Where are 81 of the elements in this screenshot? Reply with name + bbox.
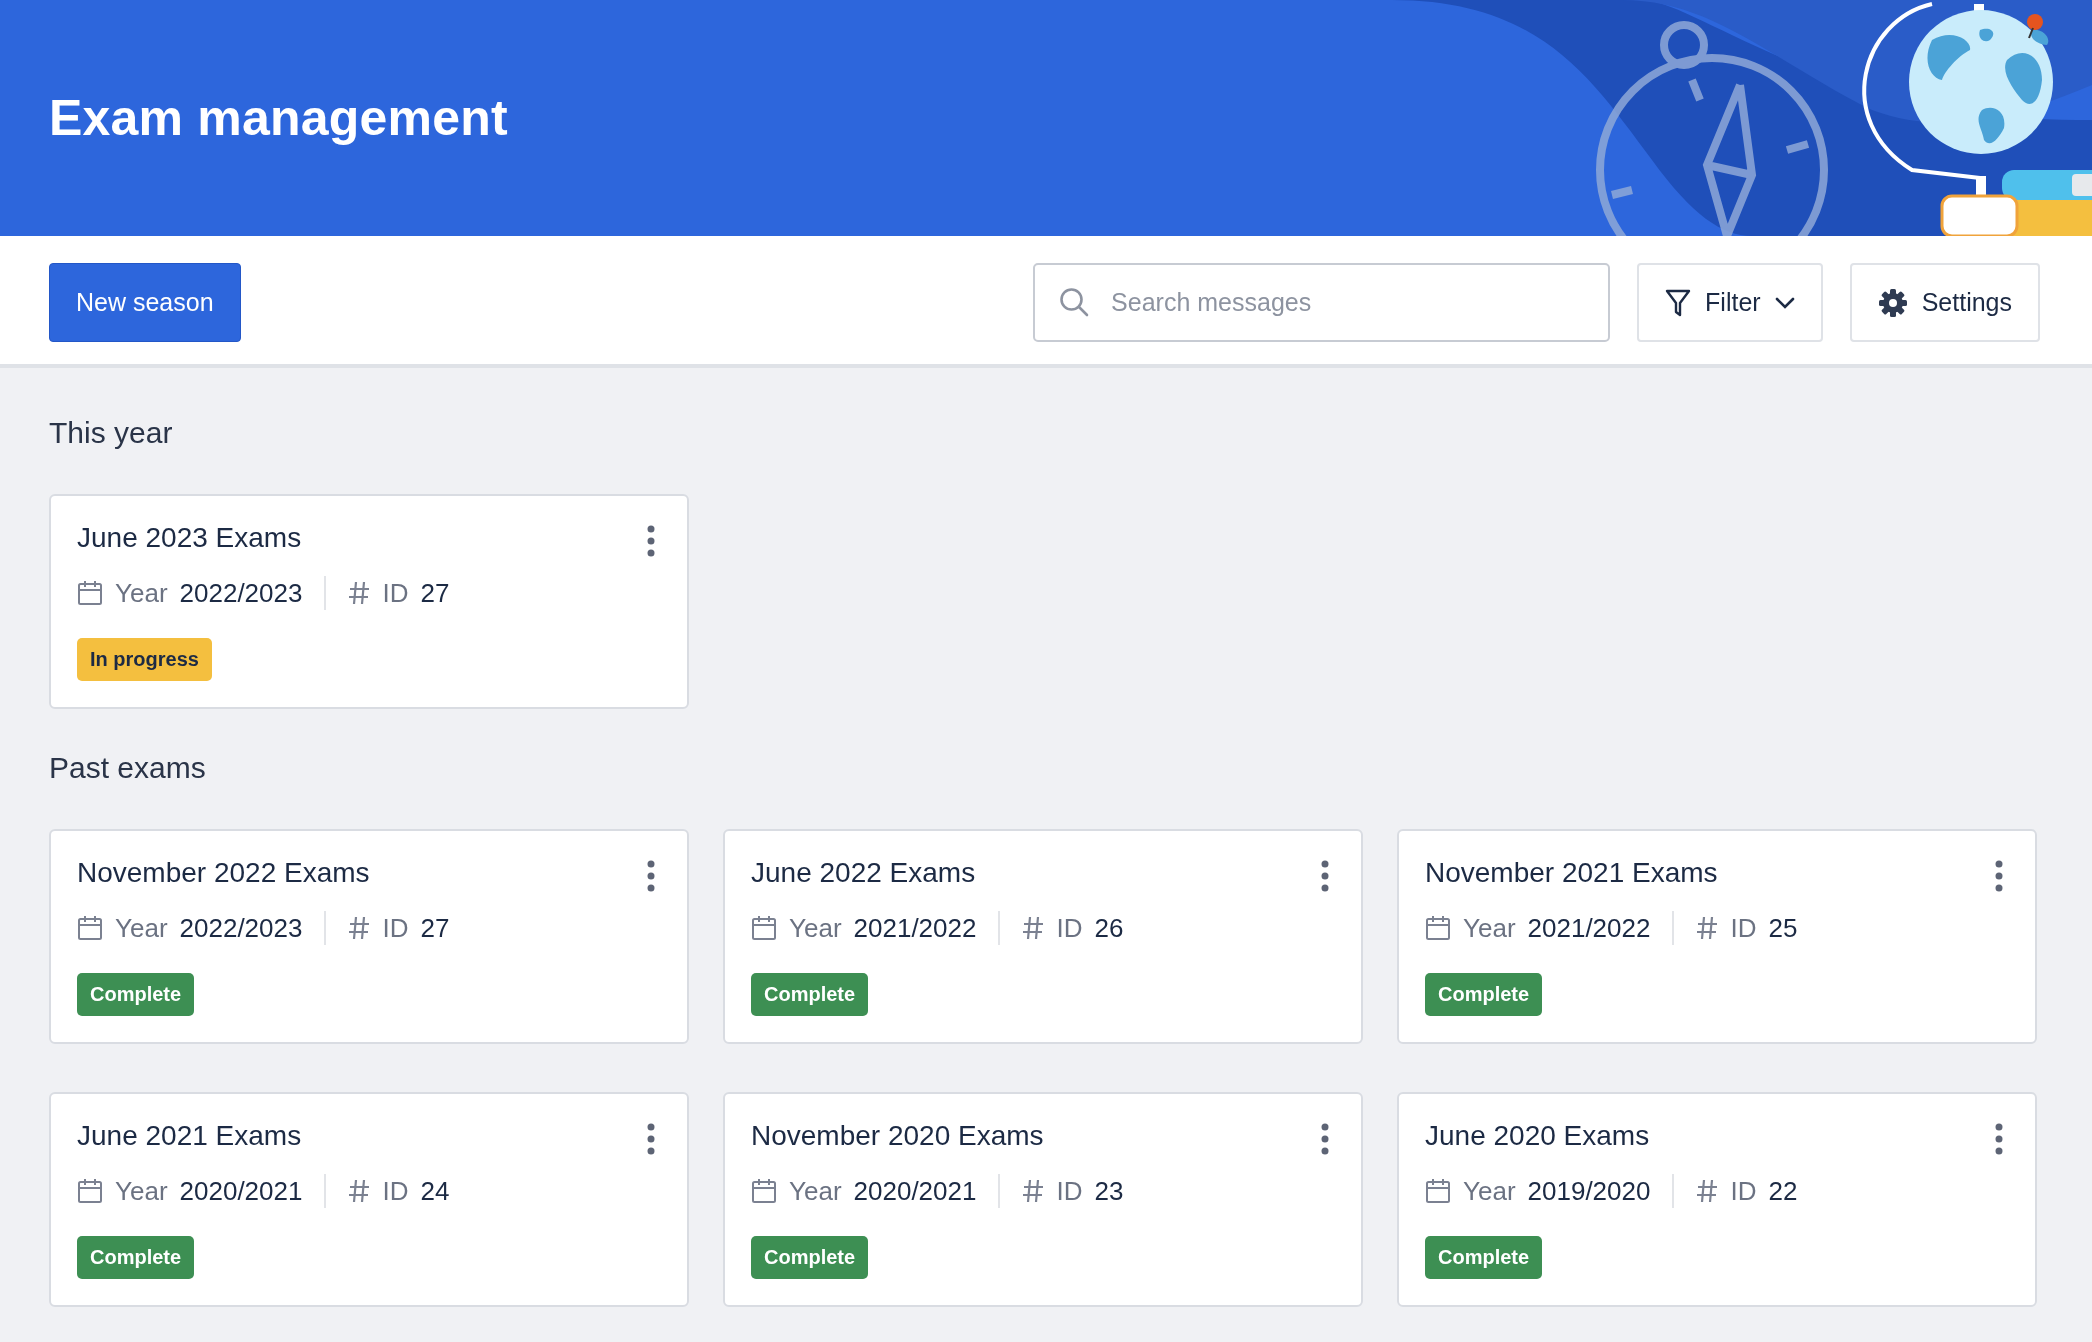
more-options-button[interactable] — [1319, 859, 1331, 893]
year-label: Year — [115, 912, 168, 944]
exam-title: June 2021 Exams — [77, 1120, 302, 1152]
exam-card[interactable]: June 2020 Exams Year 2019/2020 ID 22 Complete — [1397, 1092, 2037, 1307]
hash-icon — [348, 916, 371, 940]
id-label: ID — [1056, 1175, 1083, 1207]
id-value: 23 — [1094, 1175, 1124, 1207]
exam-title: November 2021 Exams — [1425, 857, 1718, 889]
status-badge: Complete — [77, 1236, 195, 1279]
calendar-icon — [77, 1178, 103, 1204]
status-badge: Complete — [1425, 973, 1543, 1016]
exam-card[interactable]: June 2022 Exams Year 2021/2022 ID 26 Complete — [723, 829, 1363, 1044]
gear-icon — [1877, 287, 1908, 318]
id-label: ID — [382, 912, 409, 944]
more-options-button[interactable] — [645, 859, 657, 893]
year-label: Year — [115, 1175, 168, 1207]
id-label: ID — [382, 577, 409, 609]
id-value: 27 — [420, 577, 450, 609]
chevron-down-icon — [1774, 296, 1795, 309]
id-label: ID — [1730, 912, 1757, 944]
year-value: 2020/2021 — [179, 1175, 303, 1207]
exam-card[interactable]: November 2021 Exams Year 2021/2022 ID 25 Complete — [1397, 829, 2037, 1044]
id-value: 25 — [1768, 912, 1798, 944]
exam-card[interactable]: November 2020 Exams Year 2020/2021 ID 23 Complete — [723, 1092, 1363, 1307]
more-options-button[interactable] — [1993, 859, 2005, 893]
year-label: Year — [1463, 1175, 1516, 1207]
id-label: ID — [1056, 912, 1083, 944]
id-label: ID — [382, 1175, 409, 1207]
year-label: Year — [789, 912, 842, 944]
year-label: Year — [115, 577, 168, 609]
exam-card[interactable]: November 2022 Exams Year 2022/2023 ID 27 Complete — [49, 829, 689, 1044]
year-value: 2021/2022 — [1527, 912, 1651, 944]
exam-title: June 2022 Exams — [751, 857, 976, 889]
exam-card[interactable]: June 2021 Exams Year 2020/2021 ID 24 Complete — [49, 1092, 689, 1307]
id-value: 26 — [1094, 912, 1124, 944]
search-field[interactable]: Search messages — [1033, 263, 1611, 342]
search-icon — [1059, 287, 1090, 317]
exam-title: June 2023 Exams — [77, 522, 302, 554]
calendar-icon — [1425, 1178, 1451, 1204]
page-title: Exam management — [49, 89, 508, 147]
exam-card[interactable]: June 2023 Exams Year 2022/2023 ID 27 In progress — [49, 494, 689, 709]
hash-icon — [348, 1179, 371, 1203]
calendar-icon — [751, 915, 777, 941]
status-badge: Complete — [77, 973, 195, 1016]
more-options-button[interactable] — [645, 524, 657, 558]
exam-title: November 2020 Exams — [751, 1120, 1044, 1152]
filter-button[interactable]: Filter — [1637, 263, 1823, 342]
status-badge: In progress — [77, 638, 212, 681]
year-value: 2022/2023 — [179, 577, 303, 609]
more-options-button[interactable] — [1319, 1122, 1331, 1156]
id-value: 27 — [420, 912, 450, 944]
year-label: Year — [789, 1175, 842, 1207]
year-value: 2022/2023 — [179, 912, 303, 944]
calendar-icon — [77, 580, 103, 606]
id-value: 22 — [1768, 1175, 1798, 1207]
exam-title: November 2022 Exams — [77, 857, 370, 889]
year-label: Year — [1463, 912, 1516, 944]
filter-icon — [1665, 288, 1692, 317]
settings-button[interactable]: Settings — [1849, 263, 2040, 342]
hash-icon — [348, 581, 371, 605]
hash-icon — [1696, 1179, 1719, 1203]
exam-title: June 2020 Exams — [1425, 1120, 1650, 1152]
calendar-icon — [1425, 915, 1451, 941]
section-heading: Past exams — [49, 751, 206, 785]
calendar-icon — [751, 1178, 777, 1204]
more-options-button[interactable] — [1993, 1122, 2005, 1156]
status-badge: Complete — [1425, 1236, 1543, 1279]
id-value: 24 — [420, 1175, 450, 1207]
new-season-button[interactable]: New season — [49, 263, 241, 342]
status-badge: Complete — [751, 973, 869, 1016]
hash-icon — [1022, 1179, 1045, 1203]
id-label: ID — [1730, 1175, 1757, 1207]
more-options-button[interactable] — [645, 1122, 657, 1156]
section-heading: This year — [49, 416, 173, 450]
hash-icon — [1022, 916, 1045, 940]
year-value: 2021/2022 — [853, 912, 977, 944]
year-value: 2019/2020 — [1527, 1175, 1651, 1207]
status-badge: Complete — [751, 1236, 869, 1279]
calendar-icon — [77, 915, 103, 941]
hash-icon — [1696, 916, 1719, 940]
year-value: 2020/2021 — [853, 1175, 977, 1207]
